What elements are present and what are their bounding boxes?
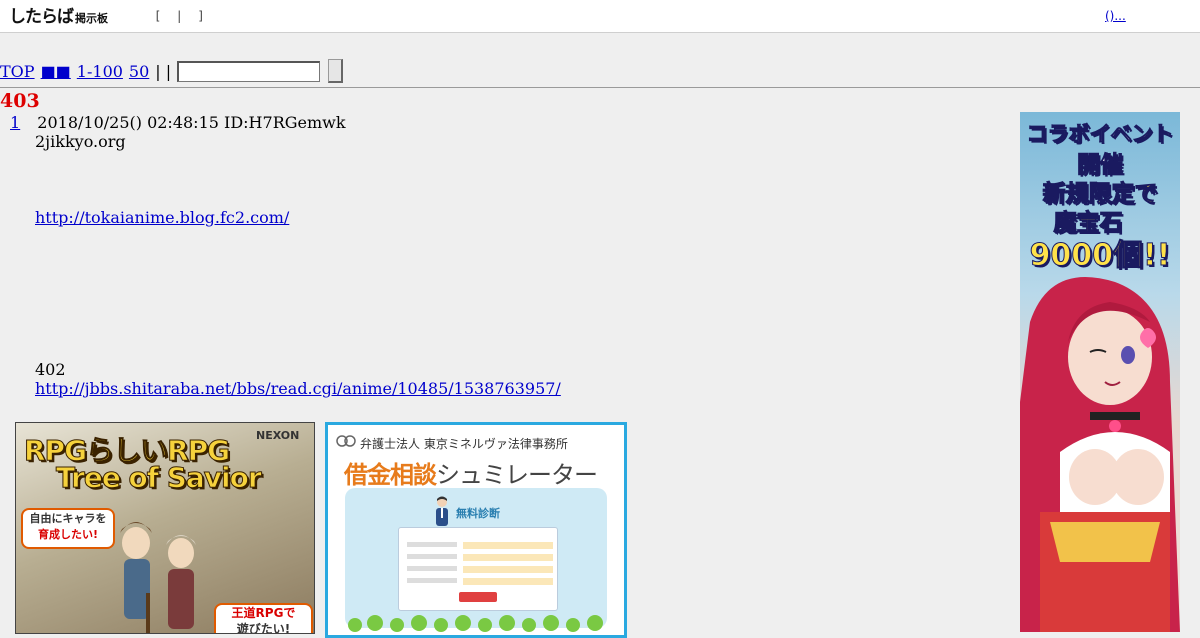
thread-navigation: TOP ■■ 1-100 50 | | (0, 56, 1200, 88)
post-link[interactable]: http://tokaianime.blog.fc2.com/ (35, 208, 289, 227)
search-button[interactable] (328, 59, 344, 83)
post-text-line: 2jikkyo.org (35, 132, 126, 151)
ad-banner-tree-of-savior[interactable]: RPGらしいRPG Tree of Savior NEXON 自由にキャラを 育… (15, 422, 315, 634)
ad-headline: 9000個!! (1029, 238, 1171, 274)
free-diagnosis-label: 無料診断 (456, 507, 500, 520)
owl-logo-icon (336, 435, 356, 447)
post-text-line: 402 (35, 360, 66, 379)
nav-top-link[interactable]: TOP (0, 62, 35, 81)
post-number-link[interactable]: 1 (10, 113, 20, 132)
diagnosis-form-preview (398, 527, 558, 611)
trees-decoration (348, 615, 603, 632)
ad-organization: 弁護士法人 東京ミネルヴァ法律事務所 (360, 437, 568, 451)
game-characters-illustration (120, 522, 196, 633)
site-header: したらば 掲示板 [ | ] ()... (0, 0, 1200, 33)
ad-title-a: 借金相談 (344, 461, 437, 489)
logo-subtext: 掲示板 (75, 12, 108, 25)
ad-headline: コラボイベント (1026, 122, 1174, 147)
logo-text: したらば (9, 7, 74, 27)
ad-speech-bubble: 王道RPGで 遊びたい! (214, 603, 313, 634)
ad-speech-bubble: 自由にキャラを 育成したい! (21, 508, 115, 549)
header-right-link[interactable]: ()... (1105, 9, 1126, 23)
nav-range-link[interactable]: 1-100 (77, 62, 123, 81)
consultant-person-icon (436, 496, 448, 526)
header-bracket-links[interactable]: [ | ] (154, 9, 205, 23)
ad-subtitle: Tree of Savior (56, 461, 263, 495)
bubble-line: 王道RPGで (231, 606, 296, 620)
post-link[interactable]: http://jbbs.shitaraba.net/bbs/read.cgi/a… (35, 379, 561, 398)
ad-banner-collab-event[interactable]: コラボイベント 開催 新規限定で 魔宝石 9000個!! (1020, 112, 1180, 632)
nav-separators: | | (155, 61, 172, 81)
bubble-line: 遊びたい! (236, 622, 291, 634)
anime-character-illustration (1020, 277, 1180, 632)
nav-last50-link[interactable]: 50 (129, 62, 149, 81)
ad-brand: NEXON (256, 429, 300, 442)
ad-title: 借金相談シュミレーター (344, 455, 598, 490)
bubble-line: 育成したい! (37, 528, 99, 541)
search-input[interactable] (177, 60, 321, 82)
nav-board-link[interactable]: ■■ (41, 62, 71, 81)
post-meta: 2018/10/25() 02:48:15 ID:H7RGemwk (37, 113, 346, 132)
post-header: 1 2018/10/25() 02:48:15 ID:H7RGemwk (10, 113, 346, 132)
ad-banner-debt-simulator[interactable]: 弁護士法人 東京ミネルヴァ法律事務所 借金相談シュミレーター 無料診断 (325, 422, 627, 638)
site-logo[interactable]: したらば 掲示板 (9, 6, 108, 26)
form-submit-button (459, 592, 497, 602)
ad-title-b: シュミレーター (436, 461, 598, 489)
bubble-line: 自由にキャラを (29, 512, 107, 525)
thread-title: 403 (0, 90, 40, 112)
